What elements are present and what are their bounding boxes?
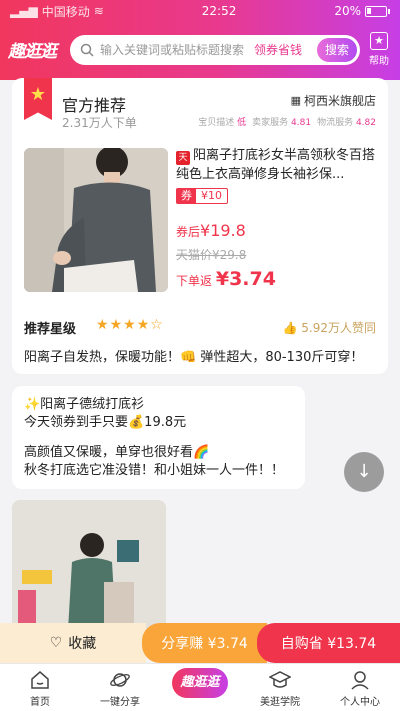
search-button[interactable]: 搜索 bbox=[317, 37, 357, 62]
search-bar[interactable]: 领券省钱 搜索 bbox=[70, 34, 360, 65]
center-logo: 趣逛逛 bbox=[172, 668, 228, 698]
help-label: 帮助 bbox=[369, 56, 389, 67]
tab-home[interactable]: 首页 bbox=[0, 664, 80, 711]
status-bar: ▂▄▆ 中国移动 ≋ 22:52 20% bbox=[0, 0, 400, 22]
tmall-icon: 天 bbox=[176, 151, 190, 165]
rebate-price: 下单返 ¥3.74 bbox=[176, 268, 276, 290]
carrier-label: 中国移动 bbox=[41, 4, 90, 19]
signal-icon: ▂▄▆ bbox=[10, 4, 38, 18]
likes-count[interactable]: 👍 5.92万人赞同 bbox=[282, 319, 376, 336]
store-name: 柯西米旗舰店 bbox=[303, 94, 376, 108]
self-buy-button[interactable]: 自购省 ¥13.74 bbox=[257, 623, 400, 663]
share-earn-button[interactable]: 分享赚 ¥3.74 bbox=[142, 623, 267, 663]
card-title: 官方推荐 bbox=[62, 96, 127, 115]
star-icon: ★ bbox=[96, 317, 110, 333]
original-price: 天猫价¥29.8 bbox=[176, 248, 247, 262]
product-description: 阳离子自发热，保暖功能！👊 弹性超大，80-130斤可穿！ bbox=[24, 350, 364, 365]
after-coupon-price: 券后¥19.8 bbox=[176, 221, 246, 240]
help-button[interactable]: ★ 帮助 bbox=[366, 32, 392, 67]
battery-percent: 20% bbox=[334, 4, 361, 18]
message-line: 高颜值又保暖，单穿也很好看🌈 bbox=[24, 445, 210, 460]
app-logo: 趣逛逛 bbox=[8, 42, 57, 62]
share-image[interactable] bbox=[12, 500, 166, 630]
book-icon: ★ bbox=[370, 32, 388, 50]
store-icon: ▦ bbox=[290, 94, 301, 107]
thumbs-up-icon: 👍 bbox=[282, 321, 298, 335]
tab-share[interactable]: 一键分享 bbox=[80, 664, 160, 711]
product-title[interactable]: 天阳离子打底衫女半高领秋冬百搭纯色上衣高弹修身长袖衫保... bbox=[176, 146, 376, 184]
tab-profile[interactable]: 个人中心 bbox=[320, 664, 400, 711]
coupon-badge: 券 ¥10 bbox=[176, 188, 228, 204]
tab-center-logo[interactable]: 趣逛逛 bbox=[160, 664, 240, 711]
store-link[interactable]: ▦ 柯西米旗舰店 bbox=[291, 92, 376, 109]
planet-icon bbox=[110, 673, 130, 687]
message-line: 秋冬打底选它准没错！和小姐妹一人一件！！ bbox=[24, 463, 285, 478]
app-header: ▂▄▆ 中国移动 ≋ 22:52 20% 趣逛逛 领券省钱 搜索 ★ 帮助 bbox=[0, 0, 400, 80]
rating-label: 推荐星级 bbox=[24, 322, 77, 337]
star-outline-icon: ☆ bbox=[150, 317, 164, 333]
tab-academy[interactable]: 美逛学院 bbox=[240, 664, 320, 711]
favorite-button[interactable]: ♡ 收藏 bbox=[0, 623, 146, 663]
heart-icon: ♡ bbox=[49, 635, 63, 651]
scroll-down-button[interactable]: ↓ bbox=[344, 452, 384, 492]
star-rating: ★★★★☆ bbox=[96, 317, 164, 333]
message-line: ✨阳离子德绒打底衫 bbox=[24, 397, 145, 412]
star-icon: ★ bbox=[123, 317, 137, 333]
graduation-cap-icon bbox=[269, 671, 291, 688]
wifi-icon: ≋ bbox=[93, 4, 104, 18]
store-ratings: 宝贝描述 低 卖家服务 4.81 物流服务 4.82 bbox=[198, 118, 376, 128]
action-bar: ♡ 收藏 分享赚 ¥3.74 自购省 ¥13.74 bbox=[0, 623, 400, 663]
home-icon bbox=[31, 671, 49, 689]
clock: 22:52 bbox=[201, 4, 237, 18]
bottom-tab-bar: 首页 一键分享 趣逛逛 美逛学院 个人中心 bbox=[0, 663, 400, 711]
product-card[interactable]: ★ 官方推荐 2.31万人下单 ▦ 柯西米旗舰店 宝贝描述 低 卖家服务 4.8… bbox=[12, 78, 388, 374]
share-text-bubble[interactable]: ✨阳离子德绒打底衫 今天领券到手只要💰19.8元 高颜值又保暖，单穿也很好看🌈 … bbox=[12, 386, 305, 489]
search-input[interactable] bbox=[100, 42, 248, 57]
arrow-down-icon: ↓ bbox=[356, 461, 372, 482]
user-icon bbox=[351, 671, 369, 690]
star-icon: ★ bbox=[109, 317, 124, 333]
product-image[interactable] bbox=[24, 148, 168, 292]
coupon-hint: 领券省钱 bbox=[254, 43, 303, 57]
order-count: 2.31万人下单 bbox=[62, 116, 137, 130]
search-icon bbox=[80, 43, 94, 57]
battery-icon bbox=[365, 5, 387, 17]
star-ribbon-icon: ★ bbox=[24, 78, 52, 120]
star-icon: ★ bbox=[136, 317, 151, 333]
message-line: 今天领券到手只要💰19.8元 bbox=[24, 415, 187, 430]
